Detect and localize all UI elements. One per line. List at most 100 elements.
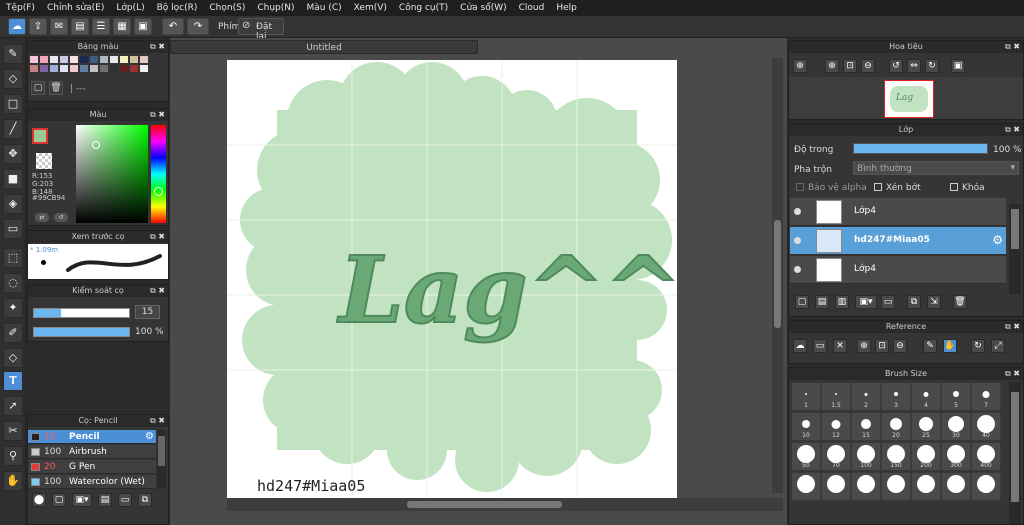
palette-swatch[interactable] xyxy=(100,65,108,72)
palette-swatch[interactable] xyxy=(140,65,148,72)
brush-item[interactable]: 100 Airbrush xyxy=(28,445,156,459)
visibility-eye-icon[interactable] xyxy=(794,208,801,215)
text-tool-icon[interactable]: T xyxy=(3,371,23,391)
swap-color-icon[interactable]: ⇄ xyxy=(35,213,49,222)
layer-scrollbar[interactable] xyxy=(1009,204,1021,294)
palette-swatch[interactable] xyxy=(140,56,148,63)
reference-eyedropper-icon[interactable]: ✎ xyxy=(923,339,937,353)
palette-swatch[interactable] xyxy=(130,56,138,63)
brush-size-cell[interactable]: 30 xyxy=(941,412,971,441)
panel-close-icon[interactable]: ⧉ ✖ xyxy=(150,415,165,427)
brush-add-icon[interactable]: ⬤ xyxy=(32,493,46,507)
trash-icon[interactable]: 🗑 xyxy=(49,81,63,95)
brush-size-cell[interactable] xyxy=(911,472,941,501)
reset-button[interactable]: ⊘ Đặt lại xyxy=(238,18,284,42)
hue-handle[interactable] xyxy=(154,187,163,196)
palette-swatch[interactable] xyxy=(60,65,68,72)
select-eraser-icon[interactable]: ◇ xyxy=(3,348,23,368)
new-layer-icon[interactable]: ▢ xyxy=(795,295,809,309)
fill-rect-tool-icon[interactable]: ■ xyxy=(3,169,23,189)
list-icon[interactable]: ☰ xyxy=(92,18,110,35)
grid-icon[interactable]: ▦ xyxy=(113,18,131,35)
palette-swatch[interactable] xyxy=(40,65,48,72)
palette-swatch[interactable] xyxy=(60,56,68,63)
brush-size-cell[interactable]: 2 xyxy=(851,382,881,411)
panel-close-icon[interactable]: ⧉ ✖ xyxy=(150,109,165,121)
palette-swatch[interactable] xyxy=(70,56,78,63)
eraser-tool-icon[interactable]: ◇ xyxy=(3,69,23,89)
layer-folder-icon[interactable]: ▭ xyxy=(881,295,895,309)
brush-size-cell[interactable]: 400 xyxy=(971,442,1001,471)
reset-color-icon[interactable]: ↺ xyxy=(54,213,68,222)
background-color[interactable] xyxy=(36,153,52,169)
panel-close-icon[interactable]: ⧉ ✖ xyxy=(1005,321,1020,333)
palette-swatch[interactable] xyxy=(30,65,38,72)
panel-close-icon[interactable]: ⧉ ✖ xyxy=(1005,41,1020,53)
lock-view-icon[interactable]: ▣ xyxy=(951,59,965,73)
palette-swatch[interactable] xyxy=(80,56,88,63)
select-pen-icon[interactable]: ✐ xyxy=(3,323,23,343)
zoom-in-icon[interactable]: ⊕ xyxy=(793,59,807,73)
palette-swatch[interactable] xyxy=(30,56,38,63)
palette-swatches[interactable] xyxy=(30,56,168,78)
brush-size-cell[interactable]: 40 xyxy=(971,412,1001,441)
brush-size-scrollbar[interactable] xyxy=(1009,382,1021,524)
palette-swatch[interactable] xyxy=(80,65,88,72)
gear-icon[interactable]: ⚙ xyxy=(145,431,154,442)
palette-swatch[interactable] xyxy=(120,56,128,63)
flip-icon[interactable]: ⇔ xyxy=(907,59,921,73)
divide-tool-icon[interactable]: ✂ xyxy=(3,421,23,441)
brush-size-cell[interactable]: 4 xyxy=(911,382,941,411)
brush-size-cell[interactable]: 150 xyxy=(881,442,911,471)
reference-zoom-in-icon[interactable]: ⊕ xyxy=(857,339,871,353)
blend-select[interactable]: Bình thường ▾ xyxy=(853,161,1019,175)
share-icon[interactable]: ⇪ xyxy=(29,18,47,35)
palette-swatch[interactable] xyxy=(120,65,128,72)
lasso-icon[interactable]: ◌ xyxy=(3,273,23,293)
brush-size-cell[interactable]: 50 xyxy=(791,442,821,471)
palette-swatch[interactable] xyxy=(50,56,58,63)
brush-size-cell[interactable]: 1.5 xyxy=(821,382,851,411)
delete-layer-icon[interactable]: 🗑 xyxy=(953,295,967,309)
brush-doc-icon[interactable]: ▤ xyxy=(98,493,112,507)
gradient-tool-icon[interactable]: ▭ xyxy=(3,219,23,239)
brush-size-cell[interactable]: 300 xyxy=(941,442,971,471)
brush-size-cell[interactable] xyxy=(851,472,881,501)
layout-icon[interactable]: ▣ xyxy=(134,18,152,35)
document-icon[interactable]: ▤ xyxy=(71,18,89,35)
brush-new-icon[interactable]: ▢ xyxy=(52,493,66,507)
brush-copy-icon[interactable]: ⧉ xyxy=(138,493,152,507)
layer-row[interactable]: hd247#Miaa05 ⚙ xyxy=(790,227,1006,255)
menu-window[interactable]: Cửa sổ(W) xyxy=(454,3,512,13)
zoom-in-2-icon[interactable]: ⊕ xyxy=(825,59,839,73)
opacity-slider[interactable] xyxy=(33,327,130,337)
brush-list-scrollbar[interactable] xyxy=(157,430,166,488)
fit-icon[interactable]: ⊡ xyxy=(843,59,857,73)
rotate-right-icon[interactable]: ↻ xyxy=(925,59,939,73)
panel-close-icon[interactable]: ⧉ ✖ xyxy=(150,231,165,243)
brush-size-cell[interactable]: 200 xyxy=(911,442,941,471)
brush-item[interactable]: 100 Watercolor (Wet) xyxy=(28,475,156,489)
menu-layer[interactable]: Lớp(L) xyxy=(110,3,150,13)
palette-swatch[interactable] xyxy=(70,65,78,72)
palette-swatch[interactable] xyxy=(100,56,108,63)
brush-size-cell[interactable]: 20 xyxy=(881,412,911,441)
document-tab[interactable]: Untitled xyxy=(170,40,478,54)
layer-opacity-slider[interactable] xyxy=(853,143,988,154)
reference-open-icon[interactable]: ▭ xyxy=(813,339,827,353)
palette-swatch[interactable] xyxy=(90,56,98,63)
line-tool-icon[interactable]: ╱ xyxy=(3,119,23,139)
size-slider[interactable] xyxy=(33,308,130,318)
undo-icon[interactable]: ↶ xyxy=(162,18,184,35)
move-tool-icon[interactable]: ✥ xyxy=(3,144,23,164)
brush-size-cell[interactable] xyxy=(971,472,1001,501)
canvas-horizontal-scrollbar[interactable] xyxy=(227,498,783,511)
brush-size-cell[interactable]: 12 xyxy=(821,412,851,441)
redo-icon[interactable]: ↷ xyxy=(187,18,209,35)
menu-color[interactable]: Màu (C) xyxy=(301,3,348,13)
brush-size-cell[interactable]: 15 xyxy=(851,412,881,441)
panel-close-icon[interactable]: ⧉ ✖ xyxy=(1005,124,1020,136)
layer-row[interactable]: Lớp4 xyxy=(790,256,1006,284)
brush-size-cell[interactable]: 70 xyxy=(821,442,851,471)
eyedropper-icon[interactable]: ⚲ xyxy=(3,446,23,466)
